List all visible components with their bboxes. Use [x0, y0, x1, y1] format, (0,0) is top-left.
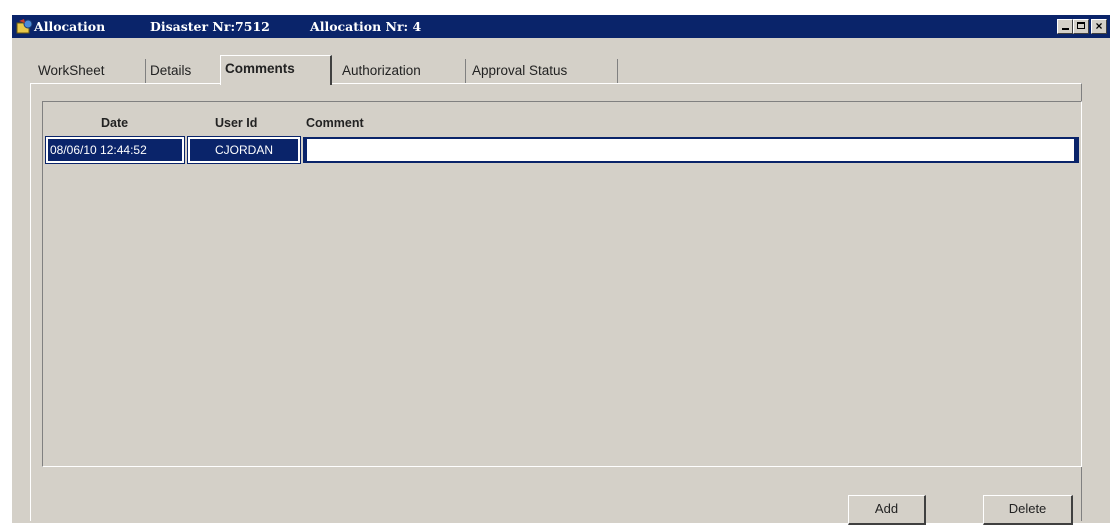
column-header-comment: Comment — [306, 116, 364, 130]
delete-button[interactable]: Delete — [983, 495, 1073, 525]
column-header-date: Date — [101, 116, 129, 130]
maximize-button[interactable] — [1073, 19, 1089, 34]
maximize-icon — [1077, 22, 1085, 29]
title-bar[interactable]: Allocation Disaster Nr:7512 Allocation N… — [12, 15, 1110, 38]
allocation-app-icon — [16, 19, 33, 34]
comments-panel: Date User Id Comment 08/06/10 12:44:52 C… — [30, 83, 1082, 525]
user-id-cell[interactable]: CJORDAN — [187, 136, 301, 164]
allocation-window: Allocation Disaster Nr:7512 Allocation N… — [10, 14, 1110, 525]
close-button[interactable]: × — [1091, 19, 1107, 34]
add-button[interactable]: Add — [848, 495, 926, 525]
date-cell[interactable]: 08/06/10 12:44:52 — [45, 136, 185, 164]
column-header-user-id: User Id — [215, 116, 258, 130]
close-icon: × — [1095, 19, 1103, 33]
window-title: Allocation — [34, 19, 106, 34]
allocation-number: Allocation Nr: 4 — [310, 19, 422, 34]
tab-details[interactable]: Details — [146, 59, 216, 83]
comment-field[interactable] — [303, 137, 1079, 163]
minimize-button[interactable] — [1057, 19, 1073, 34]
tab-worksheet[interactable]: WorkSheet — [34, 59, 146, 83]
disaster-number: Disaster Nr:7512 — [150, 19, 270, 34]
tab-comments[interactable]: Comments — [220, 55, 332, 85]
minimize-icon — [1062, 28, 1069, 30]
comments-grid[interactable]: Date User Id Comment 08/06/10 12:44:52 C… — [42, 101, 1082, 467]
tab-authorization[interactable]: Authorization — [338, 59, 466, 83]
tab-approval-status[interactable]: Approval Status — [468, 59, 618, 83]
